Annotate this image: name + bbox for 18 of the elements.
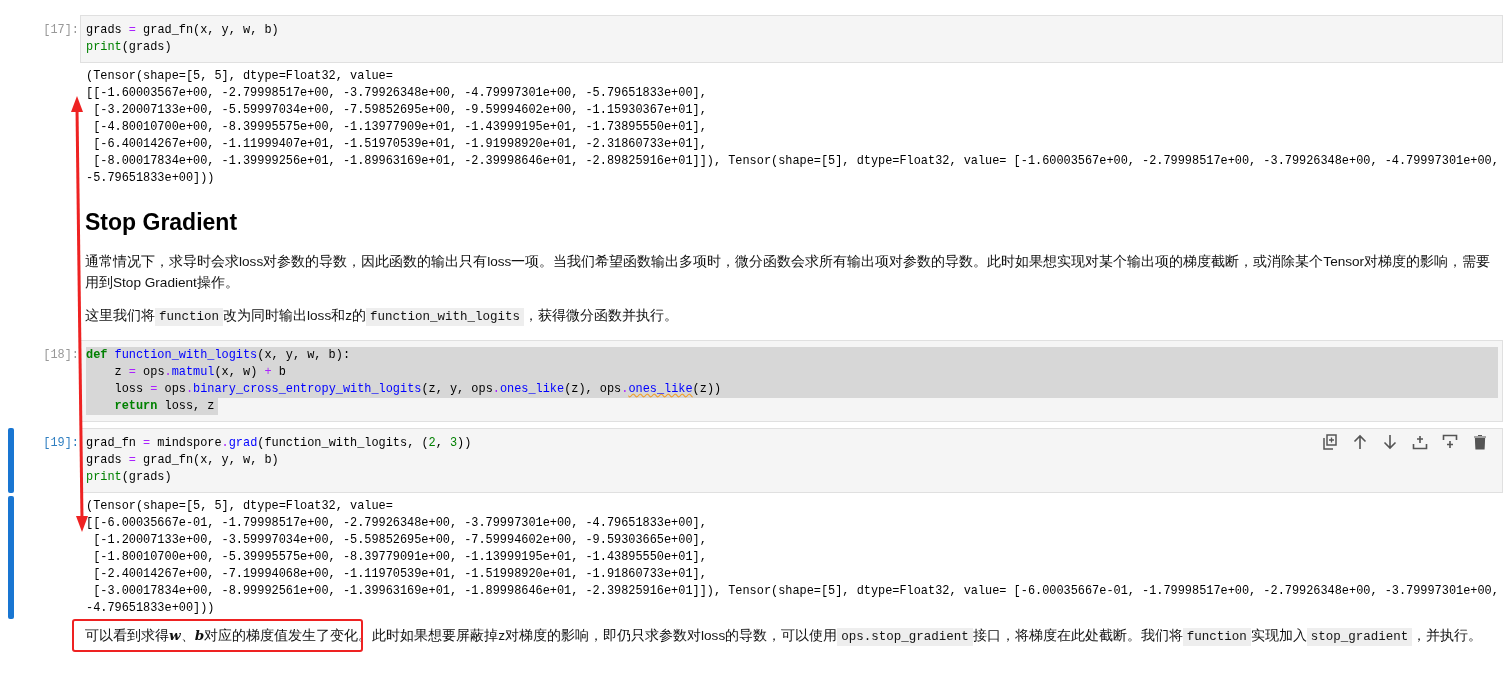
move-down-icon[interactable] <box>1382 434 1398 450</box>
output-text: (Tensor(shape=[5, 5], dtype=Float32, value= [[-6.00035667e-01, -1.79998517e+00, -2.79926348e+00, -3.79997301e+00, -4.79651833e+00], [-1.20007133e+00, -3.59997034e+00, -5.59852695e+00, -7.59994602e+00, -9.59303665e+00], [-1.80010700e+00, -5.39995575e+00, -8.39779091e+00, -1.13999195e+01, -1.43895550e+01], [-2.40014267e+00, -7.19994068e+00, -1.11970539e+01, -1.51998920e+01, -1.91860733e+01], [-3.00017834e+00, -8.99992561e+00, -1.39963169e+01, -1.89998646e+01, -2.39825916e+01]]), Tensor(shape=[5], dtype=Float32, value= [-6.00035667e-01, -1.79998517e+00, -2.79926348e+00, -3.79997301e+00, -4.79651833e+00])) <box>85 498 1499 617</box>
code-editor[interactable]: grad_fn = mindspore.grad(function_with_logits, (2, 3)) grads = grad_fn(x, y, w, b) print(grads) <box>80 428 1503 493</box>
paragraph: 通常情况下，求导时会求loss对参数的导数，因此函数的输出只有loss一项。当我们希望函数输出多项时，微分函数会求所有输出项对参数的导数。此时如果想实现对某个输出项的梯度截断，或消除某个Tensor对梯度的影响，需要用到Stop Gradient操作。 <box>85 253 1492 292</box>
insert-above-icon[interactable] <box>1412 434 1428 450</box>
paragraph: 可以看到求得w、b对应的梯度值发生了变化。此时如果想要屏蔽掉z对梯度的影响，即仍只求参数对loss的导数，可以使用 ops.stop_gradient 接口，将梯度在此处截断。我们将 function 实现加入 stop_gradient ，并执行。 <box>85 626 1484 646</box>
code-editor[interactable]: grads = grad_fn(x, y, w, b) print(grads) <box>80 15 1503 63</box>
move-up-icon[interactable] <box>1352 434 1368 450</box>
code-editor[interactable]: def function_with_logits(x, y, w, b): z = ops.matmul(x, w) + b loss = ops.binary_cross_entropy_with_logits(z, y, ops.ones_like(z), ops.ones_like(z)) return loss, z <box>80 340 1503 422</box>
output-text: (Tensor(shape=[5, 5], dtype=Float32, value= [[-1.60003567e+00, -2.79998517e+00, -3.79926348e+00, -4.79997301e+00, -5.79651833e+00], [-3.20007133e+00, -5.59997034e+00, -7.59852695e+00, -9.59994602e+00, -1.15930367e+01], [-4.80010700e+00, -8.39995575e+00, -1.13977909e+01, -1.43999195e+01, -1.73895550e+01], [-6.40014267e+00, -1.11999407e+01, -1.51970539e+01, -1.91998920e+01, -2.31860733e+01], [-8.00017834e+00, -1.39999256e+01, -1.89963169e+01, -2.39998646e+01, -2.89825916e+01]]), Tensor(shape=[5], dtype=Float32, value= [-1.60003567e+00, -2.79998517e+00, -3.79926348e+00, -4.79997301e+00, -5.79651833e+00])) <box>85 68 1499 187</box>
paragraph: 这里我们将 function 改为同时输出loss和z的 function_with_logits ，获得微分函数并执行。 <box>85 307 680 326</box>
insert-below-icon[interactable] <box>1442 434 1458 450</box>
section-heading: Stop Gradient <box>85 208 239 237</box>
cell-prompt: [17]: <box>42 22 80 39</box>
cell-prompt: [19]: <box>42 435 80 452</box>
duplicate-icon[interactable] <box>1322 434 1338 450</box>
cell-prompt: [18]: <box>42 347 80 364</box>
delete-icon[interactable] <box>1472 434 1488 450</box>
